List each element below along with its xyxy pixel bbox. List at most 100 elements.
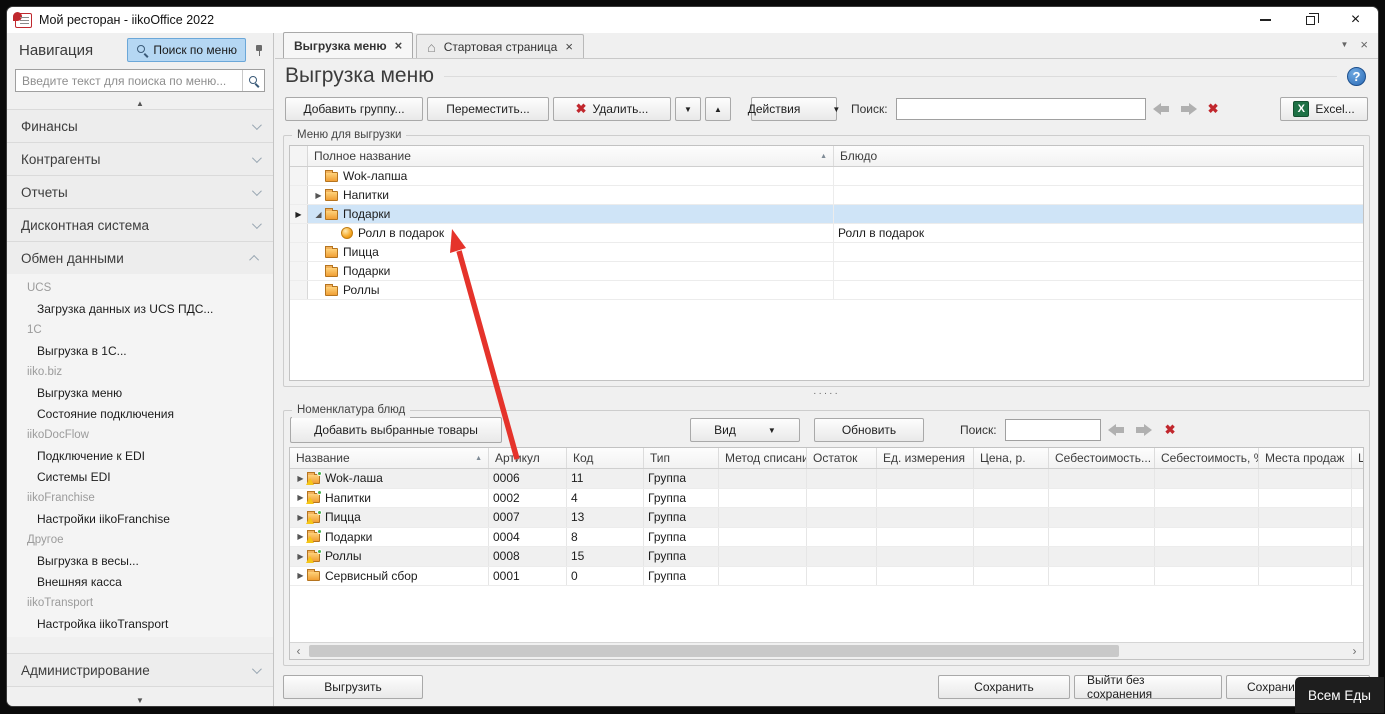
tab-close-icon[interactable]: × xyxy=(565,39,573,54)
column-header-1[interactable]: Артикул xyxy=(489,448,567,468)
tab-export-menu[interactable]: Выгрузка меню × xyxy=(283,32,414,58)
sidebar-scroll-up[interactable]: ▲ xyxy=(7,98,273,109)
table-row[interactable]: Подарки xyxy=(290,262,1363,281)
expander-expanded-icon[interactable]: ◢ xyxy=(312,210,325,219)
sidebar-item[interactable]: Системы EDI xyxy=(7,467,273,488)
sidebar-item[interactable]: Настройка iikoTransport xyxy=(7,614,273,635)
column-header-8[interactable]: Себестоимость... xyxy=(1049,448,1155,468)
column-header-2[interactable]: Код xyxy=(567,448,644,468)
sidebar-item[interactable]: Подключение к EDI xyxy=(7,446,273,467)
table-row[interactable]: ▶ Подарки 0004 8 Группа xyxy=(290,527,1363,547)
expander-collapsed-icon[interactable]: ▶ xyxy=(294,571,307,580)
move-down-button[interactable]: ▼ xyxy=(675,97,701,121)
sidebar-item[interactable]: Настройки iikoFranchise xyxy=(7,509,273,530)
sidebar-section-5[interactable]: Администрирование xyxy=(7,653,273,687)
column-header-4[interactable]: Метод списания xyxy=(719,448,807,468)
column-header-6[interactable]: Ед. измерения xyxy=(877,448,974,468)
view-button[interactable]: Вид ▼ xyxy=(690,418,800,442)
table-row[interactable]: ▶ ◢ Подарки xyxy=(290,205,1363,224)
actions-button[interactable]: Действия ▼ xyxy=(748,97,840,121)
expander-collapsed-icon[interactable]: ▶ xyxy=(312,191,325,200)
delete-icon: ✖ xyxy=(575,101,587,116)
table-row[interactable]: ▶ Сервисный сбор 0001 0 Группа xyxy=(290,566,1363,586)
column-header-9[interactable]: Себестоимость, % xyxy=(1155,448,1259,468)
table-row[interactable]: ▶ Wok-лаша 0006 11 Группа xyxy=(290,469,1363,489)
move-up-button[interactable]: ▲ xyxy=(705,97,731,121)
column-header-full-name[interactable]: Полное название ▲ xyxy=(308,146,834,166)
status-dot-icon xyxy=(317,490,322,496)
search-clear-icon[interactable]: ✖ xyxy=(1208,101,1219,117)
tabstrip-close-icon[interactable]: × xyxy=(1360,37,1368,52)
refresh-button[interactable]: Обновить xyxy=(814,418,924,442)
pin-icon[interactable] xyxy=(254,44,265,57)
tab-list-dropdown-icon[interactable]: ▼ xyxy=(1340,40,1348,49)
nomenclature-header-row: Название ▲ Артикул Код Тип Метод списания Оста… xyxy=(290,448,1363,469)
column-header-10[interactable]: Места продаж xyxy=(1259,448,1352,468)
app-icon xyxy=(13,11,32,28)
column-header-0[interactable]: Название ▲ xyxy=(290,448,489,468)
table-row[interactable]: Ролл в подарок Ролл в подарок xyxy=(290,224,1363,243)
exit-without-saving-button[interactable]: Выйти без сохранения xyxy=(1074,673,1222,701)
splitter-handle[interactable]: ····· xyxy=(275,387,1378,400)
menu-search-input[interactable] xyxy=(895,98,1146,120)
sidebar-item[interactable]: Выгрузка в 1С... xyxy=(7,341,273,362)
cell-7 xyxy=(974,488,1049,507)
table-row[interactable]: Wok-лапша xyxy=(290,167,1363,186)
cell-6 xyxy=(877,508,974,527)
delete-button[interactable]: ✖ Удалить... xyxy=(553,97,671,121)
search-clear-icon[interactable]: ✖ xyxy=(1165,422,1176,438)
sidebar-section-0[interactable]: Финансы xyxy=(7,109,273,143)
search-prev-icon[interactable] xyxy=(1107,424,1125,436)
search-next-icon[interactable] xyxy=(1135,424,1152,436)
sidebar-section-1[interactable]: Контрагенты xyxy=(7,142,273,176)
restore-button[interactable] xyxy=(1288,7,1333,33)
sidebar-scroll-down[interactable]: ▼ xyxy=(7,695,273,706)
tab-start-page[interactable]: ⌂ Стартовая страница × xyxy=(416,34,584,58)
nomenclature-search-input[interactable] xyxy=(1004,419,1101,441)
minimize-button[interactable] xyxy=(1243,7,1288,33)
close-button[interactable]: × xyxy=(1333,7,1378,33)
sidebar-item[interactable]: Загрузка данных из UCS ПДС... xyxy=(7,299,273,320)
sidebar-search-button[interactable] xyxy=(242,70,264,91)
warning-icon xyxy=(306,477,314,485)
sidebar-search-input[interactable] xyxy=(16,73,242,88)
sidebar-section-label: Дисконтная система xyxy=(21,217,150,233)
search-prev-icon[interactable] xyxy=(1152,103,1170,115)
sidebar-section-2[interactable]: Отчеты xyxy=(7,175,273,209)
column-header-5[interactable]: Остаток xyxy=(807,448,877,468)
add-group-button[interactable]: Добавить группу... xyxy=(285,97,423,121)
sidebar-item[interactable]: Выгрузка в весы... xyxy=(7,551,273,572)
save-button[interactable]: Сохранить xyxy=(938,675,1070,699)
add-selected-products-button[interactable]: Добавить выбранные товары xyxy=(290,417,502,443)
move-button[interactable]: Переместить... xyxy=(427,97,549,121)
table-row[interactable]: ▶ Роллы 0008 15 Группа xyxy=(290,547,1363,567)
search-next-icon[interactable] xyxy=(1180,103,1197,115)
table-row[interactable]: ▶ Напитки xyxy=(290,186,1363,205)
tab-close-icon[interactable]: × xyxy=(395,38,403,53)
status-dot-icon xyxy=(317,470,322,476)
upload-button[interactable]: Выгрузить xyxy=(283,675,423,699)
scroll-right-icon[interactable]: › xyxy=(1346,643,1363,659)
sidebar-section-4[interactable]: Обмен данными xyxy=(7,241,273,275)
sidebar-item[interactable]: Состояние подключения xyxy=(7,404,273,425)
sidebar-item[interactable]: Внешняя касса xyxy=(7,572,273,593)
scroll-left-icon[interactable]: ‹ xyxy=(290,643,307,659)
table-row[interactable]: Роллы xyxy=(290,281,1363,300)
excel-button[interactable]: X Excel... xyxy=(1280,97,1368,121)
sidebar-section-3[interactable]: Дисконтная система xyxy=(7,208,273,242)
scrollbar-thumb[interactable] xyxy=(309,645,1120,657)
table-row[interactable]: ▶ Напитки 0002 4 Группа xyxy=(290,488,1363,508)
horizontal-scrollbar[interactable]: ‹ › xyxy=(290,642,1363,659)
sidebar-item[interactable]: Выгрузка меню xyxy=(7,383,273,404)
column-header-dish[interactable]: Блюдо xyxy=(834,146,1363,166)
search-menu-button[interactable]: Поиск по меню xyxy=(127,38,246,62)
table-row[interactable]: ▶ Пицца 0007 13 Группа xyxy=(290,508,1363,528)
help-icon[interactable]: ? xyxy=(1347,66,1366,86)
column-header-3[interactable]: Тип xyxy=(644,448,719,468)
cell-4 xyxy=(719,527,807,546)
column-header-7[interactable]: Цена, р. xyxy=(974,448,1049,468)
row-label: Напитки xyxy=(325,490,371,505)
column-header-11[interactable]: Цве xyxy=(1352,448,1363,468)
table-row[interactable]: Пицца xyxy=(290,243,1363,262)
nomenclature-rows: ▶ Wok-лаша 0006 11 Группа ▶ Напитки 0002 4 Группа… xyxy=(290,469,1363,642)
